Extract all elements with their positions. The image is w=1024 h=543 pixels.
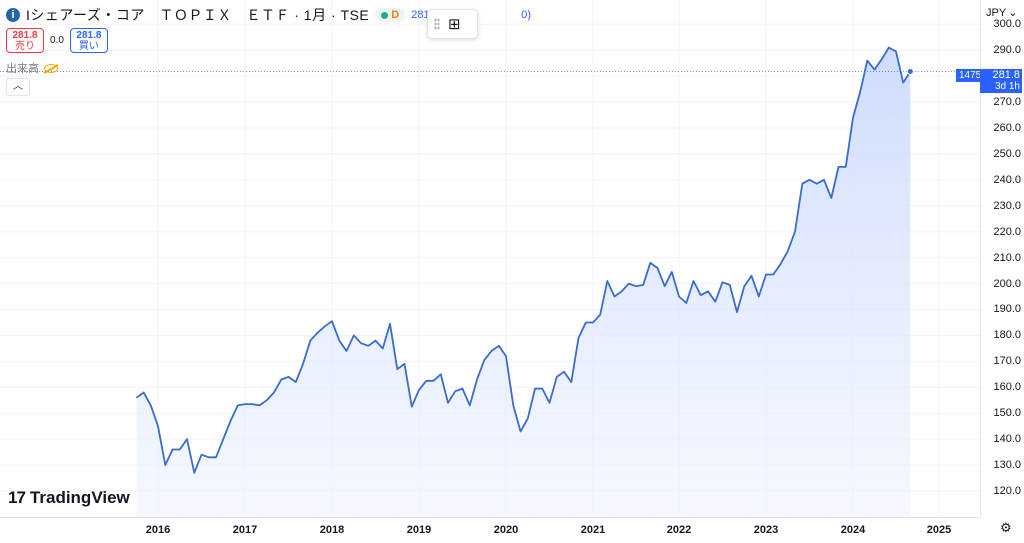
y-tick-label: 270.0 xyxy=(993,96,1021,109)
last-price-label: 281.8 3d 1h xyxy=(980,69,1022,93)
volume-indicator[interactable]: 出来高 xyxy=(6,60,58,76)
x-tick-label: 2022 xyxy=(666,524,692,536)
tradingview-logo[interactable]: 17 TradingView xyxy=(8,488,130,508)
symbol-info-icon[interactable]: i xyxy=(6,8,20,22)
y-tick-label: 230.0 xyxy=(993,199,1021,212)
add-widget-icon[interactable]: ⊞ xyxy=(448,17,461,32)
price-area-fill xyxy=(136,47,911,517)
symbol-title[interactable]: Iシェアーズ・コア ＴＯＰＩＸ ＥＴＦ · 1月 · TSE xyxy=(26,5,369,25)
chevron-down-icon: ⌄ xyxy=(1008,7,1018,19)
market-status-dot-icon xyxy=(381,11,389,19)
y-tick-label: 140.0 xyxy=(993,433,1021,446)
y-tick-label: 250.0 xyxy=(993,147,1021,160)
x-tick-label: 2019 xyxy=(406,524,432,536)
x-tick-label: 2016 xyxy=(145,524,171,536)
tradingview-logo-icon: 17 xyxy=(8,488,26,507)
chart-area[interactable] xyxy=(0,0,980,517)
bar-countdown: 3d 1h xyxy=(994,81,1020,92)
collapse-legend-button[interactable]: ︿ xyxy=(6,78,30,96)
x-tick-label: 2023 xyxy=(753,524,779,536)
spread: 0.0 xyxy=(50,35,64,46)
logo-text: TradingView xyxy=(29,488,130,507)
y-tick-label: 210.0 xyxy=(993,251,1021,264)
x-tick-label: 2021 xyxy=(580,524,606,536)
gear-icon[interactable]: ⚙ xyxy=(1000,520,1012,536)
y-tick-label: 160.0 xyxy=(993,381,1021,394)
y-tick-label: 170.0 xyxy=(993,355,1021,368)
y-tick-label: 200.0 xyxy=(993,277,1021,290)
y-tick-label: 190.0 xyxy=(993,303,1021,316)
y-tick-label: 290.0 xyxy=(993,44,1021,57)
y-tick-label: 300.0 xyxy=(993,18,1021,31)
y-tick-label: 240.0 xyxy=(993,173,1021,186)
x-tick-label: 2018 xyxy=(319,524,345,536)
time-axis[interactable]: 2016 2017 2018 2019 2020 2021 2022 2023 2024 2025 xyxy=(0,517,980,543)
last-price-point xyxy=(906,67,914,75)
y-tick-label: 120.0 xyxy=(993,485,1021,497)
y-tick-label: 220.0 xyxy=(993,225,1021,238)
trade-buttons: 281.8 売り 0.0 281.8 買い xyxy=(6,28,108,53)
grip-dots-icon[interactable] xyxy=(434,18,440,30)
x-tick-label: 2017 xyxy=(232,524,258,536)
interval-badge[interactable]: D xyxy=(375,8,406,22)
price-chart[interactable] xyxy=(0,0,980,517)
y-tick-label: 180.0 xyxy=(993,329,1021,342)
volume-label: 出来高 xyxy=(6,63,39,75)
buy-button[interactable]: 281.8 買い xyxy=(69,28,108,53)
x-tick-label: 2020 xyxy=(493,524,519,536)
y-tick-label: 150.0 xyxy=(993,407,1021,420)
chevron-up-icon: ︿ xyxy=(13,81,23,92)
currency-selector[interactable]: JPY ⌄ xyxy=(986,6,1018,20)
eye-hidden-icon[interactable] xyxy=(44,63,58,73)
x-tick-label: 2025 xyxy=(926,524,952,536)
price-change-tail: 0) xyxy=(521,9,532,21)
floating-toolbar[interactable]: ⊞ xyxy=(427,9,478,39)
y-tick-label: 130.0 xyxy=(993,459,1021,472)
x-tick-label: 2024 xyxy=(840,524,866,536)
sell-button[interactable]: 281.8 売り xyxy=(6,28,44,53)
y-tick-label: 260.0 xyxy=(993,121,1021,134)
